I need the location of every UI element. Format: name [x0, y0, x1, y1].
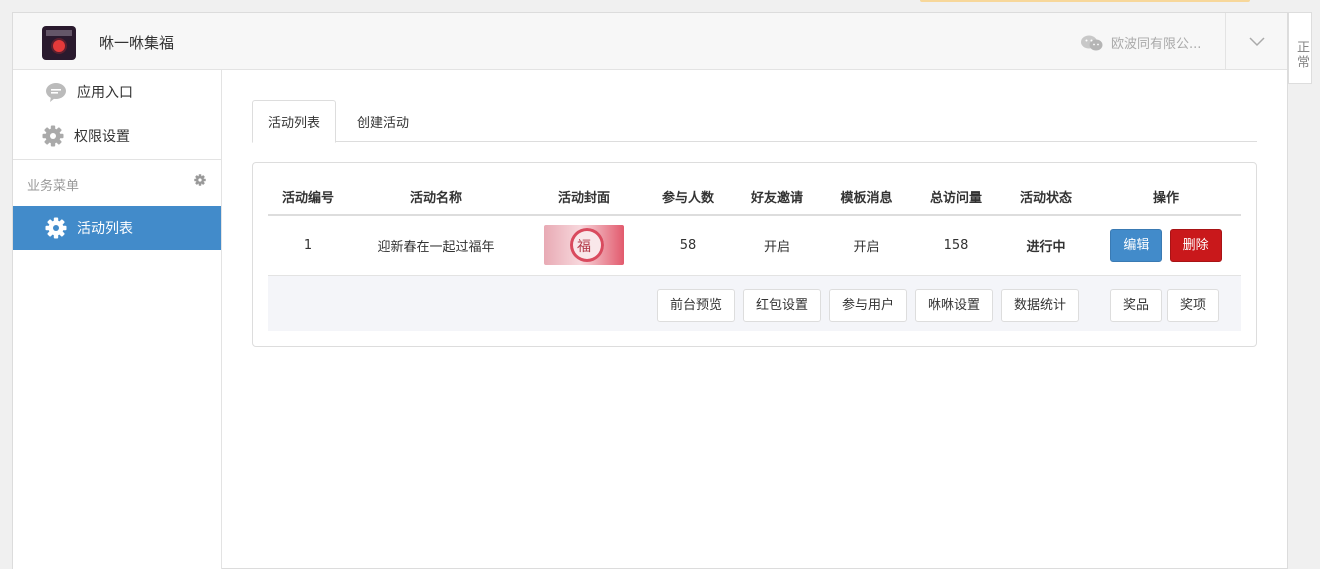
sidebar-divider [13, 159, 221, 160]
gear-icon [45, 217, 67, 239]
participants-count: 58 [679, 237, 697, 253]
template-message-status: 开启 [853, 239, 880, 255]
chat-bubble-icon [45, 81, 67, 103]
header: 咻一咻集福 欧波同有限公... [13, 13, 1287, 70]
activity-cover-image: 福 [544, 225, 624, 265]
section-settings-icon[interactable] [194, 174, 206, 190]
sidebar-item-label: 活动列表 [77, 221, 133, 237]
preview-button[interactable]: 前台预览 [657, 289, 736, 322]
column-header: 操作 [1091, 178, 1241, 216]
shake-settings-button[interactable]: 咻咻设置 [915, 289, 994, 322]
prizes-button[interactable]: 奖品 [1110, 289, 1163, 322]
status-side-tab[interactable]: 正常 [1288, 12, 1312, 84]
column-header: 好友邀请 [732, 178, 822, 216]
wechat-icon [1081, 35, 1103, 51]
activity-sub-actions: 前台预览 红包设置 参与用户 咻咻设置 数据统计 奖品 奖项 [268, 275, 1241, 331]
tab-create-activity[interactable]: 创建活动 [342, 100, 424, 142]
column-header: 模板消息 [822, 178, 911, 216]
tab-activity-list[interactable]: 活动列表 [252, 100, 337, 143]
company-info[interactable]: 欧波同有限公... [1081, 33, 1201, 52]
chevron-down-icon [1248, 36, 1265, 46]
top-notice-strip [920, 0, 1250, 2]
sidebar-item-app-entry[interactable]: 应用入口 [13, 70, 221, 114]
activity-name: 迎新春在一起过福年 [377, 239, 495, 255]
account-dropdown-toggle[interactable] [1226, 13, 1287, 70]
column-header: 活动编号 [268, 178, 348, 216]
column-header: 活动封面 [524, 178, 644, 216]
delete-button[interactable]: 删除 [1169, 228, 1222, 262]
app-frame: 咻一咻集福 欧波同有限公... 应用入口 权限设置 业务菜单 活动列表 活动列表… [12, 12, 1288, 569]
main-content: 活动列表 创建活动 活动编号 活动名称 活动封面 参与人数 好友邀请 模板消息 … [222, 70, 1287, 569]
sidebar-section-title: 业务菜单 [27, 179, 80, 194]
column-header: 参与人数 [644, 178, 732, 216]
participants-button[interactable]: 参与用户 [829, 289, 908, 322]
company-name: 欧波同有限公... [1111, 37, 1202, 52]
sidebar-item-permissions[interactable]: 权限设置 [13, 114, 221, 158]
activity-id: 1 [303, 237, 313, 253]
sidebar: 应用入口 权限设置 业务菜单 活动列表 [13, 70, 222, 569]
table-header-row: 活动编号 活动名称 活动封面 参与人数 好友邀请 模板消息 总访问量 活动状态 … [268, 178, 1241, 216]
activity-status: 进行中 [1026, 239, 1066, 255]
sidebar-item-label: 权限设置 [74, 129, 130, 145]
activity-table: 活动编号 活动名称 活动封面 参与人数 好友邀请 模板消息 总访问量 活动状态 … [268, 178, 1241, 274]
tab-bar: 活动列表 创建活动 [252, 100, 1257, 143]
column-header: 活动名称 [348, 178, 524, 216]
column-header: 活动状态 [1001, 178, 1091, 216]
sidebar-item-activity-list[interactable]: 活动列表 [13, 206, 221, 250]
sidebar-item-label: 应用入口 [77, 85, 133, 101]
red-packet-settings-button[interactable]: 红包设置 [743, 289, 822, 322]
gear-icon [42, 125, 64, 147]
edit-button[interactable]: 编辑 [1110, 228, 1163, 262]
data-stats-button[interactable]: 数据统计 [1001, 289, 1080, 322]
total-visits: 158 [943, 237, 969, 253]
app-logo [42, 26, 76, 60]
activity-panel: 活动编号 活动名称 活动封面 参与人数 好友邀请 模板消息 总访问量 活动状态 … [252, 162, 1257, 347]
column-header: 总访问量 [911, 178, 1001, 216]
awards-button[interactable]: 奖项 [1167, 289, 1220, 322]
table-row: 1 迎新春在一起过福年 福 58 开启 开启 158 进行中 编辑 删除 [268, 215, 1241, 274]
app-title: 咻一咻集福 [99, 34, 175, 52]
friend-invite-status: 开启 [763, 239, 790, 255]
